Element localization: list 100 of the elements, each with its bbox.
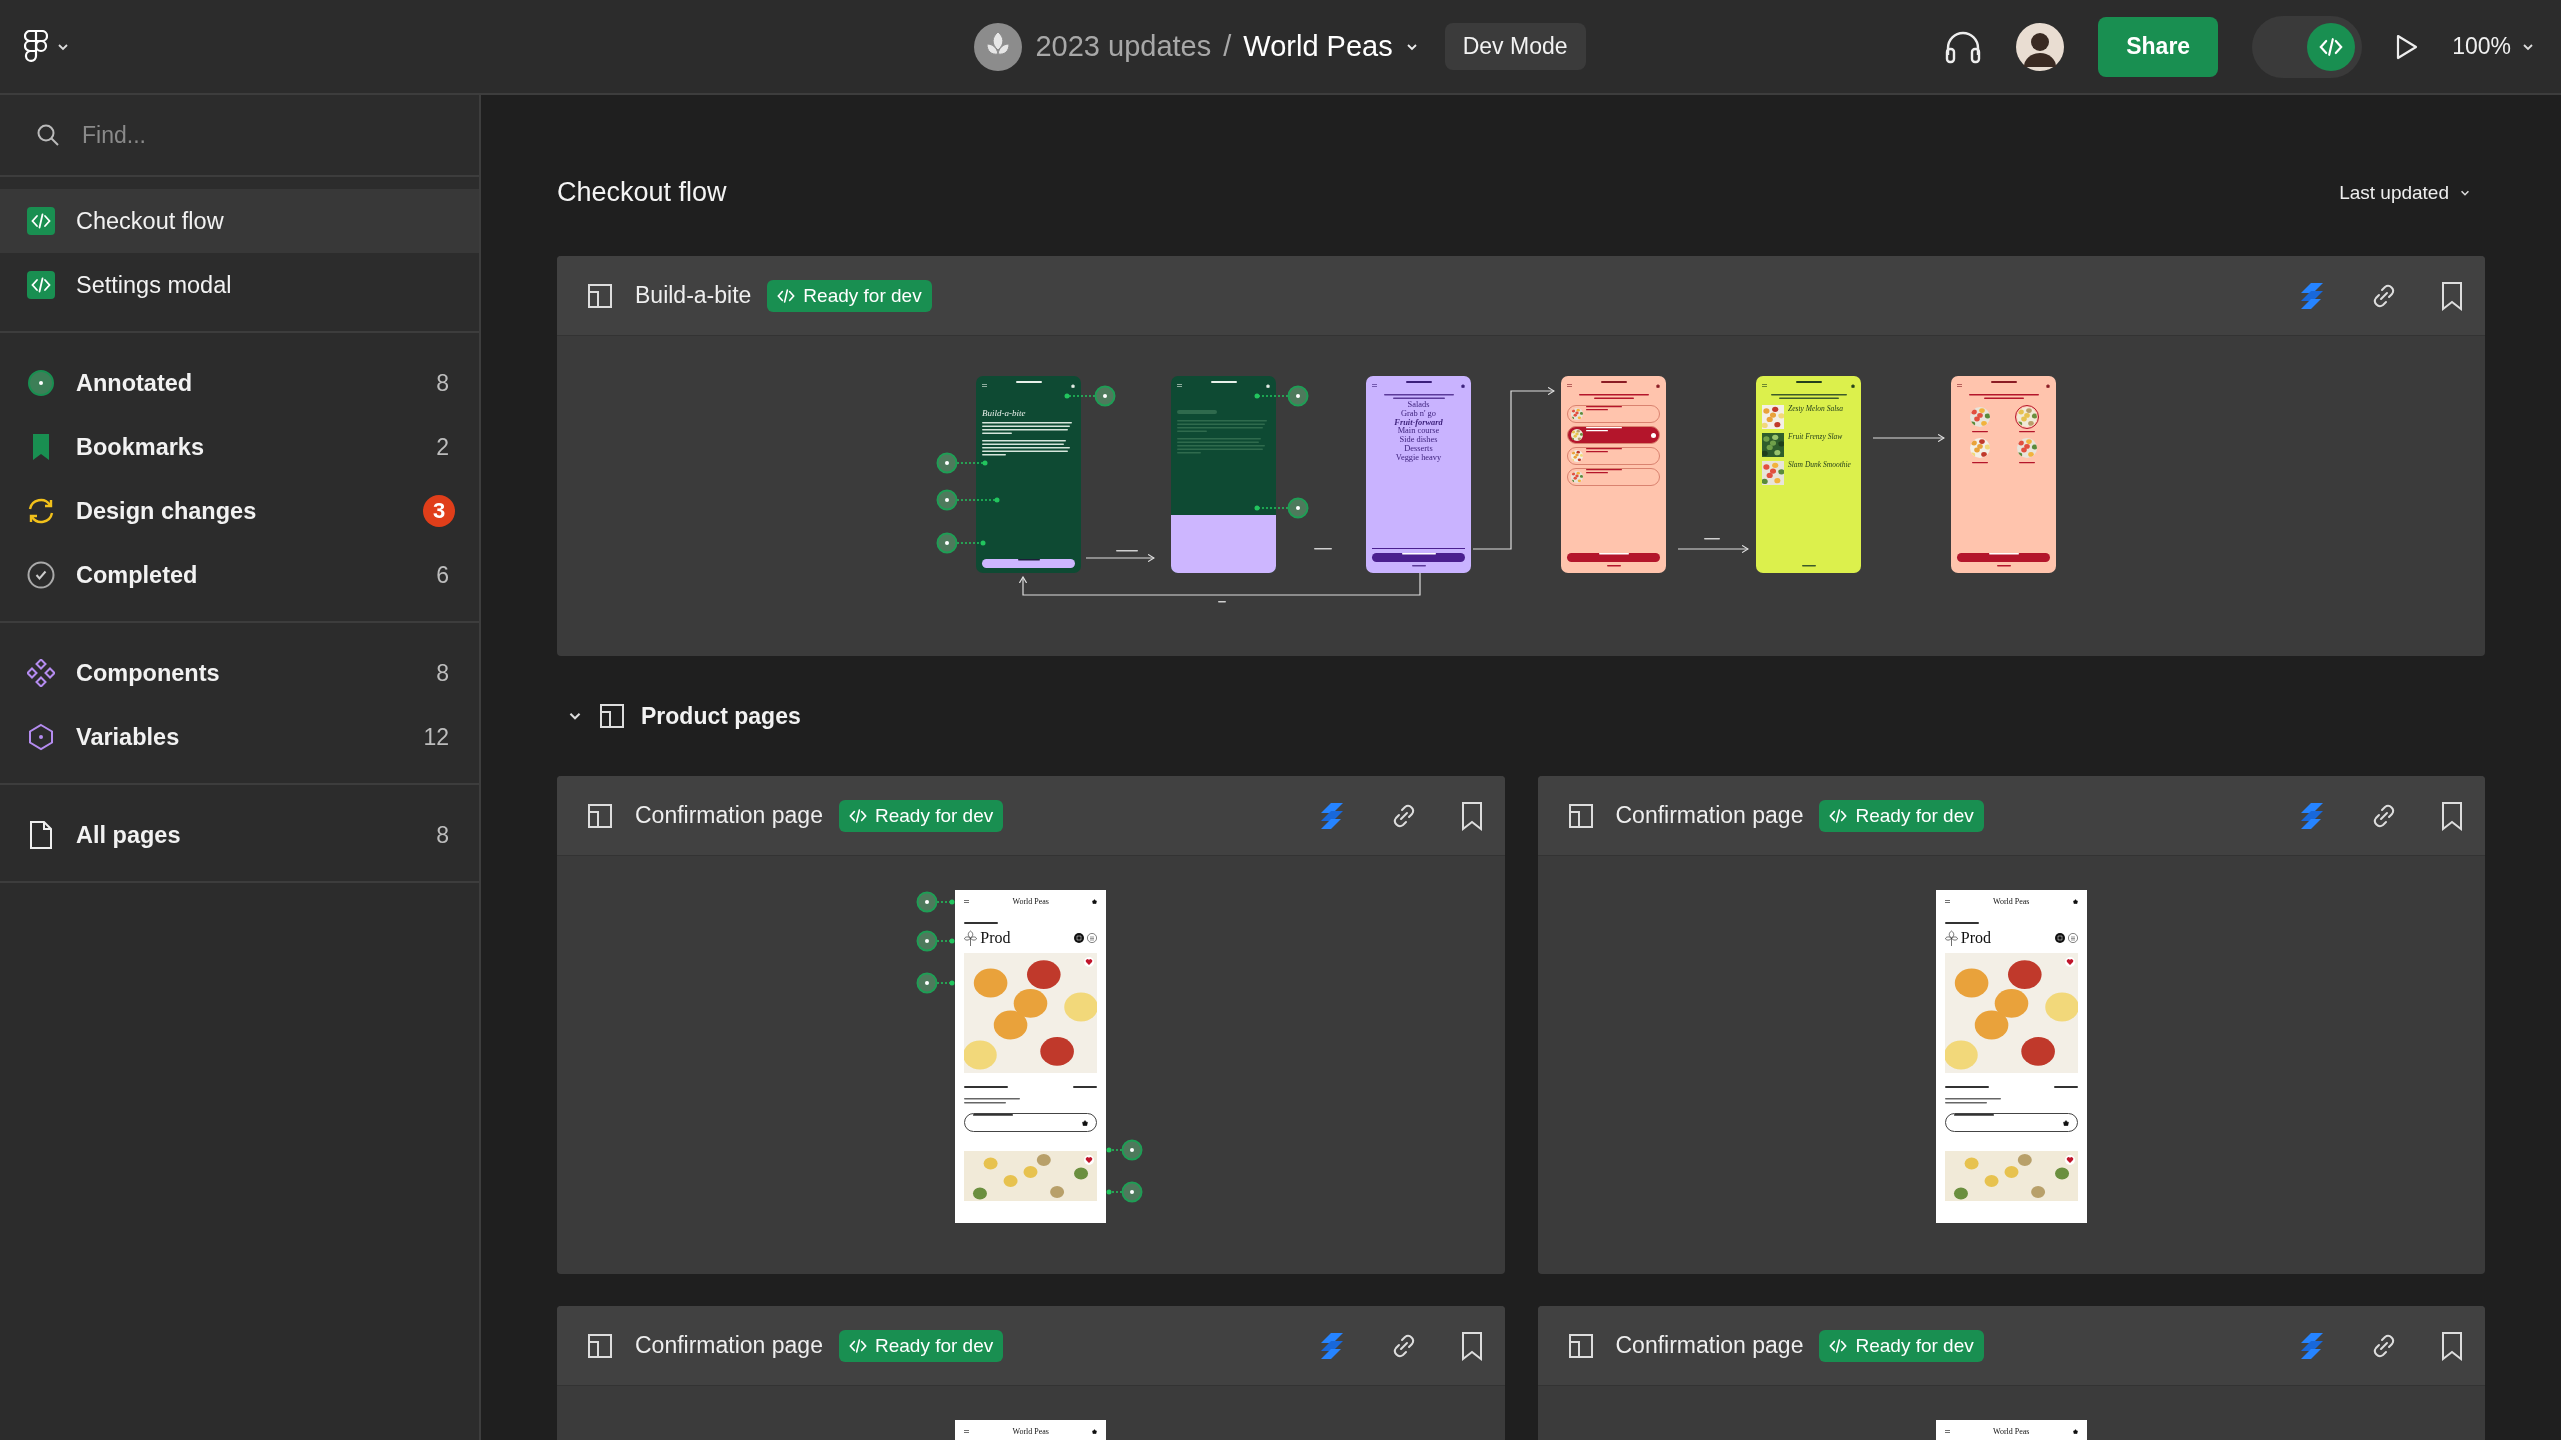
list-view-icon[interactable] (1087, 933, 1098, 943)
frame-icon (587, 1332, 613, 1359)
bookmark-icon[interactable] (2441, 280, 2463, 311)
text-lines-drawing (964, 1098, 1021, 1106)
item-label: Components (76, 659, 221, 687)
category-option[interactable]: Veggie heavy (1395, 453, 1442, 463)
ingredient-option[interactable] (1567, 426, 1660, 444)
grid-view-icon[interactable] (1074, 933, 1085, 943)
main-menu-button[interactable] (24, 29, 70, 64)
sidebar-item[interactable]: Checkout flow (0, 189, 479, 253)
sort-menu[interactable]: Last updated (2333, 180, 2477, 205)
text-lines-drawing (1211, 381, 1237, 383)
item-count: 12 (423, 723, 449, 751)
category-option[interactable]: Side dishes (1399, 436, 1438, 446)
item-count: 6 (436, 561, 449, 589)
heart-icon[interactable] (2064, 1155, 2075, 1165)
text-lines-drawing (1796, 381, 1822, 383)
basket-icon (1851, 383, 1855, 388)
check-icon (1651, 432, 1656, 438)
add-to-basket-button[interactable] (964, 1113, 1098, 1132)
sidebar-item[interactable]: Design changes 3 (0, 479, 479, 543)
heart-icon[interactable] (1084, 1155, 1095, 1165)
bookmark-icon[interactable] (1460, 800, 1483, 831)
heart-icon[interactable] (1084, 957, 1095, 967)
grid-view-icon[interactable] (2054, 933, 2065, 943)
text-lines-drawing (1988, 552, 2019, 555)
item-label: All pages (76, 821, 182, 849)
text-lines-drawing (1383, 394, 1454, 401)
search-field[interactable]: Find... (80, 120, 460, 150)
play-icon (2396, 33, 2419, 60)
list-view-icon[interactable] (2067, 933, 2078, 943)
flow-arrow (1085, 553, 1155, 563)
text-lines-drawing (1944, 922, 1979, 925)
connector-label-mark (1218, 601, 1226, 603)
text-lines-drawing (1972, 462, 1989, 464)
avatar[interactable] (2016, 22, 2065, 71)
count-badge: 3 (423, 495, 455, 527)
text-lines-drawing (973, 1114, 1014, 1116)
project-icon (973, 21, 1024, 72)
frame-icon (587, 802, 613, 829)
category-option[interactable]: Salads (1407, 401, 1430, 410)
menu-icon (1944, 900, 1950, 903)
code-icon (1829, 1336, 1848, 1355)
file-icon (29, 820, 53, 850)
text-lines-drawing (1586, 448, 1622, 454)
add-to-basket-button[interactable] (1944, 1113, 2078, 1132)
start-button[interactable] (982, 559, 1075, 568)
sidebar-item[interactable]: Completed 6 (0, 543, 479, 607)
menu-icon (964, 900, 970, 903)
present-button[interactable] (2396, 33, 2419, 60)
category-option[interactable]: Desserts (1404, 445, 1433, 454)
basket-icon (1656, 383, 1660, 388)
item-label: Completed (76, 561, 199, 589)
bookmark-icon[interactable] (1460, 1330, 1483, 1361)
connector-label-mark (1704, 538, 1720, 540)
components-icon (27, 659, 55, 687)
frame-name: Confirmation page (635, 802, 823, 829)
text-lines-drawing (2018, 431, 2035, 433)
sidebar-item[interactable]: Variables 12 (0, 705, 479, 769)
status-badge: Ready for dev (838, 799, 1004, 832)
zoom-menu[interactable]: 100% (2452, 33, 2535, 60)
mode-badge[interactable]: Dev Mode (1444, 23, 1586, 70)
search-icon (36, 123, 60, 147)
menu-icon (964, 1430, 970, 1433)
sidebar-item[interactable]: All pages 8 (0, 803, 479, 867)
text-lines-drawing (1586, 469, 1622, 475)
heart-icon[interactable] (2064, 957, 2075, 967)
breadcrumb-separator: / (1223, 30, 1232, 63)
share-button[interactable]: Share (2098, 16, 2219, 77)
page-title: Checkout flow (557, 177, 727, 208)
bookmark-icon[interactable] (2441, 1330, 2463, 1361)
basket-icon (1092, 1429, 1098, 1434)
recipes-button[interactable] (1957, 552, 2050, 562)
file-name[interactable]: World Peas (1243, 30, 1393, 63)
bookmark-icon[interactable] (2441, 800, 2463, 831)
frame-name: Confirmation page (1615, 1332, 1804, 1359)
bookmark-icon (32, 433, 50, 461)
project-name[interactable]: 2023 updates (1035, 30, 1212, 63)
category-option[interactable]: Grab n' go (1401, 409, 1436, 419)
code-icon (27, 271, 55, 299)
sidebar-item[interactable]: Components 8 (0, 641, 479, 705)
next-button[interactable] (1372, 552, 1465, 562)
text-lines-drawing (1606, 564, 1621, 568)
sidebar-item[interactable]: Settings modal (0, 253, 479, 317)
app-title: World Peas (1993, 897, 2030, 906)
menu-icon (1762, 384, 1767, 387)
text-lines-drawing (1996, 564, 2011, 568)
sidebar-item[interactable]: Annotated 8 (0, 351, 479, 415)
menu-icon (1177, 384, 1182, 387)
text-lines-drawing (964, 922, 999, 925)
annotation-pin (936, 452, 988, 474)
item-label: Bookmarks (76, 433, 205, 461)
category-option[interactable]: Main course (1397, 427, 1440, 437)
frame-name: Confirmation page (1615, 802, 1804, 829)
logo-icon (24, 29, 48, 64)
category-option[interactable]: Fruit-forward (1394, 418, 1443, 428)
sidebar-item[interactable]: Bookmarks 2 (0, 415, 479, 479)
recipes-button[interactable] (1567, 552, 1660, 562)
frame-icon (587, 282, 613, 309)
code-icon (1829, 806, 1848, 825)
